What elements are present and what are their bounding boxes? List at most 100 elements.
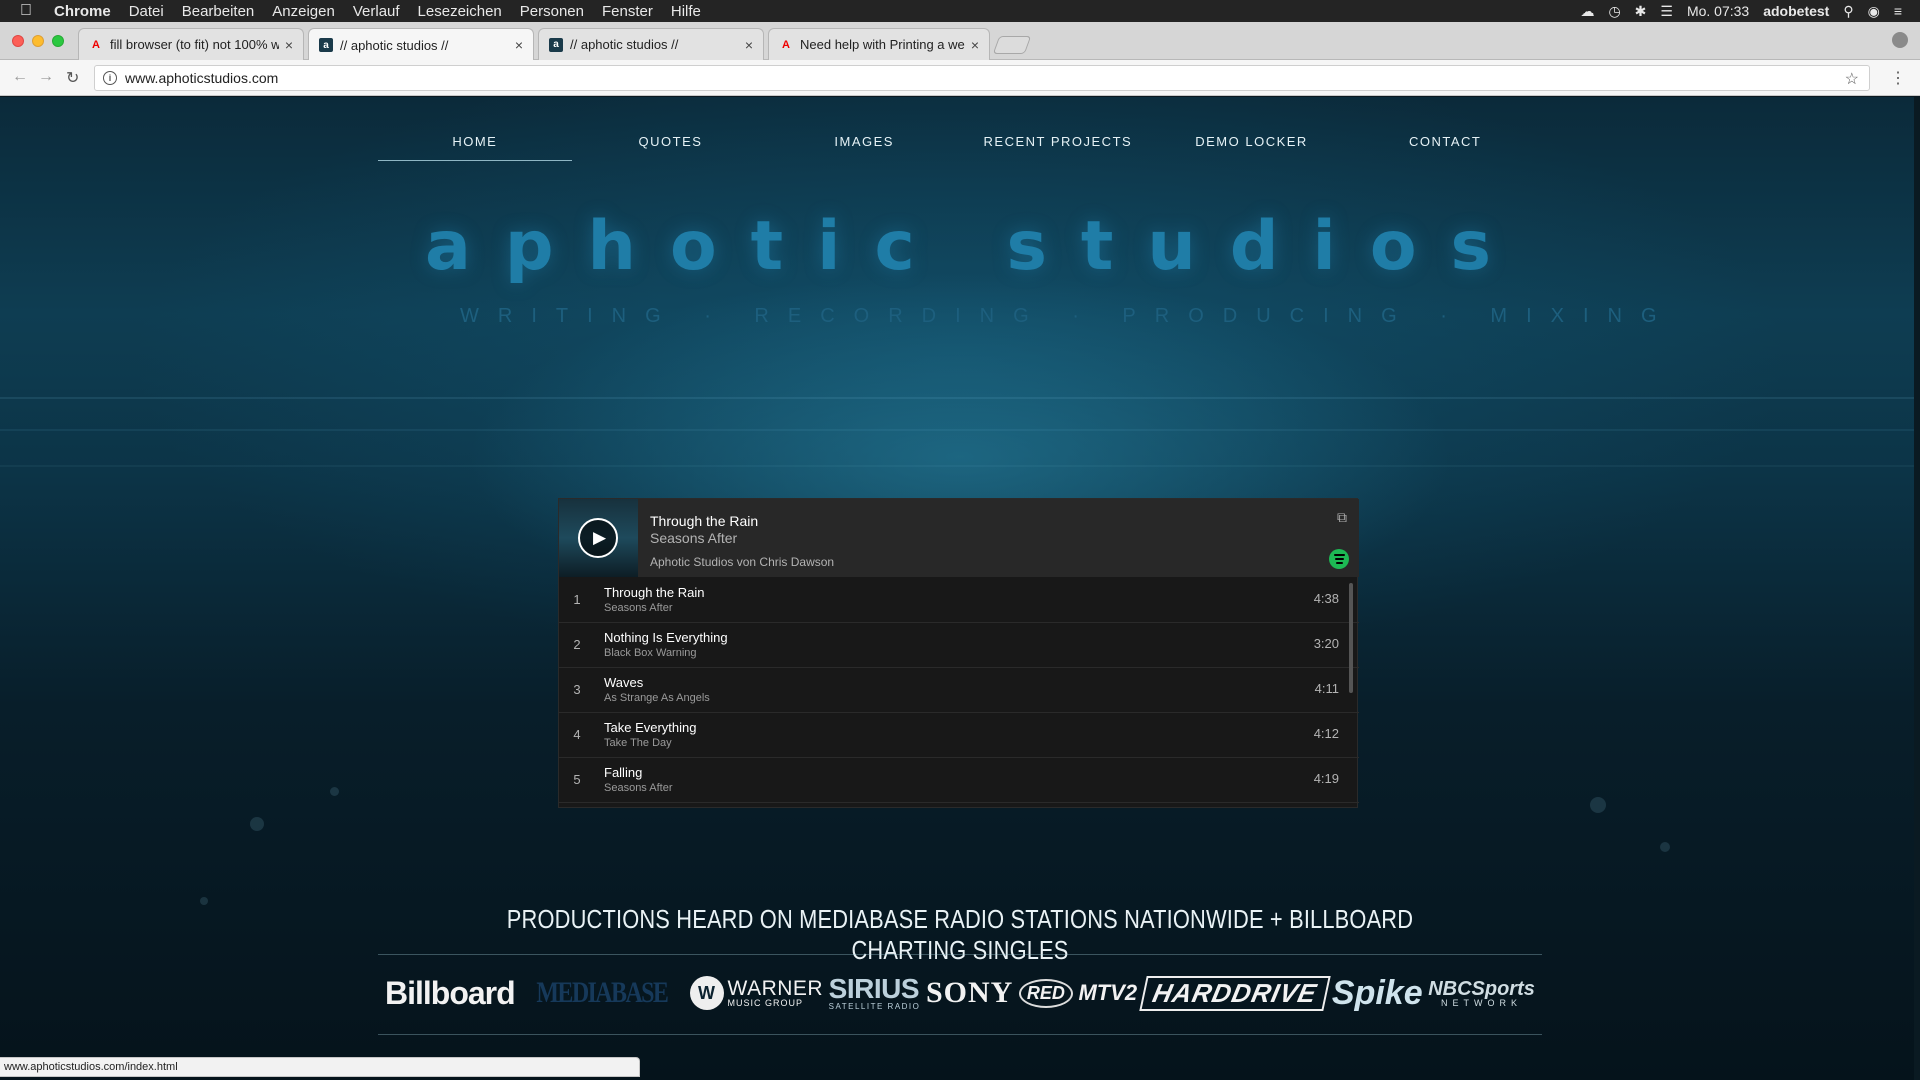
address-bar[interactable]: i www.aphoticstudios.com ☆ xyxy=(94,65,1870,91)
nav-images[interactable]: IMAGES xyxy=(767,127,961,161)
warner-line1: WARNER xyxy=(727,977,824,1000)
menu-hilfe[interactable]: Hilfe xyxy=(671,3,701,20)
album-cover: ▶ xyxy=(559,499,638,577)
now-playing-album[interactable]: Seasons After xyxy=(650,530,737,546)
nav-quotes[interactable]: QUOTES xyxy=(574,127,768,161)
address-url[interactable]: www.aphoticstudios.com xyxy=(125,70,278,86)
menu-app-name[interactable]: Chrome xyxy=(54,3,111,20)
new-tab-button[interactable] xyxy=(992,36,1032,54)
tab-title: // aphotic studios // xyxy=(340,37,449,53)
page-scrollbar[interactable] xyxy=(1914,97,1920,1080)
chrome-menu-icon[interactable]: ⋮ xyxy=(1890,68,1906,88)
play-icon[interactable]: ▶ xyxy=(578,518,618,558)
spotlight-search-icon[interactable]: ⚲ xyxy=(1843,3,1853,20)
nav-recent-projects[interactable]: RECENT PROJECTS xyxy=(961,127,1155,161)
menu-fenster[interactable]: Fenster xyxy=(602,3,653,20)
decor-bubble xyxy=(250,817,264,831)
now-playing-title[interactable]: Through the Rain xyxy=(650,513,758,529)
mtv2-logo: MTV2 xyxy=(1078,980,1138,1005)
share-icon[interactable]: ⧉ xyxy=(1337,509,1347,526)
menubar-clock[interactable]: Mo. 07:33 xyxy=(1687,3,1749,19)
forward-arrow-icon[interactable]: → xyxy=(38,68,54,86)
sirius-logo: SIRIUS SATELLITE RADIO xyxy=(829,975,921,1011)
notification-center-icon[interactable]: ≡ xyxy=(1894,3,1902,19)
heard-heading: PRODUCTIONS HEARD ON MEDIABASE RADIO STA… xyxy=(506,904,1414,965)
track-title: Falling xyxy=(604,765,643,780)
menu-anzeigen[interactable]: Anzeigen xyxy=(272,3,335,20)
tab-close-icon[interactable]: × xyxy=(515,37,523,53)
bookmark-star-icon[interactable]: ☆ xyxy=(1845,69,1859,89)
tab-aphotic[interactable]: a // aphotic studios // × xyxy=(538,28,764,60)
track-album: Seasons After xyxy=(604,602,673,614)
divider xyxy=(378,1034,1542,1035)
warner-text: WARNER MUSIC GROUP xyxy=(728,978,824,1008)
bluetooth-icon[interactable]: ✱ xyxy=(1635,3,1647,20)
nbc-line2: NETWORK xyxy=(1441,997,1523,1008)
site-tagline: WRITING · RECORDING · PRODUCING · MIXING xyxy=(460,305,1676,327)
tab-close-icon[interactable]: × xyxy=(971,37,979,53)
menubar-status-area: ☁ ◷ ✱ ☰ Mo. 07:33 adobetest ⚲ ◉ ≡ xyxy=(1580,0,1902,22)
browser-tabstrip: A fill browser (to fit) not 100% wi × a … xyxy=(0,22,1920,61)
mediabase-logo: MEDIABASE xyxy=(536,976,670,1009)
track-row[interactable]: 2 Nothing Is Everything Black Box Warnin… xyxy=(559,623,1359,668)
hardrive-logo: HARDDRIVE xyxy=(1139,975,1331,1011)
nav-contact[interactable]: CONTACT xyxy=(1348,127,1542,161)
aphotic-icon: a xyxy=(319,38,333,52)
spotify-icon[interactable] xyxy=(1329,549,1349,569)
nbc-line1: NBCSports xyxy=(1428,977,1535,1000)
track-duration: 4:12 xyxy=(1313,726,1339,741)
nav-home[interactable]: HOME xyxy=(378,127,572,161)
time-machine-icon[interactable]: ◷ xyxy=(1608,3,1620,20)
warner-mark-icon: W xyxy=(689,976,724,1010)
aphotic-icon: a xyxy=(549,37,563,52)
sirius-line2: SATELLITE RADIO xyxy=(828,1002,921,1011)
site-logo: aphotic studios xyxy=(424,207,1526,286)
tab-aphotic-active[interactable]: a // aphotic studios // × xyxy=(308,28,534,61)
profile-icon[interactable] xyxy=(1892,32,1908,48)
siri-icon[interactable]: ◉ xyxy=(1868,3,1880,20)
window-close-button[interactable] xyxy=(12,35,24,47)
tab-fill-browser[interactable]: A fill browser (to fit) not 100% wi × xyxy=(78,28,304,60)
reload-icon[interactable]: ↻ xyxy=(66,68,79,88)
track-title: Nothing Is Everything xyxy=(604,630,728,645)
track-row[interactable]: 5 Falling Seasons After 4:19 xyxy=(559,758,1359,803)
now-playing-artist[interactable]: Aphotic Studios von Chris Dawson xyxy=(650,555,834,569)
menu-datei[interactable]: Datei xyxy=(129,3,164,20)
tab-printing-help[interactable]: A Need help with Printing a webp × xyxy=(768,28,990,60)
track-album: As Strange As Angels xyxy=(604,692,710,704)
track-number: 4 xyxy=(573,727,581,742)
menu-verlauf[interactable]: Verlauf xyxy=(353,3,400,20)
track-duration: 3:20 xyxy=(1313,636,1339,651)
tracklist-scrollbar[interactable] xyxy=(1349,583,1353,693)
menu-personen[interactable]: Personen xyxy=(520,3,584,20)
brand-logos: Billboard MEDIABASE W WARNER MUSIC GROUP… xyxy=(385,963,1535,1023)
creative-cloud-icon[interactable]: ☁ xyxy=(1580,3,1594,20)
tab-title: Need help with Printing a webp xyxy=(800,37,965,52)
site-info-icon[interactable]: i xyxy=(103,71,117,85)
site-nav: HOME QUOTES IMAGES RECENT PROJECTS DEMO … xyxy=(378,127,1542,161)
nav-demo-locker[interactable]: DEMO LOCKER xyxy=(1155,127,1349,161)
track-duration: 4:11 xyxy=(1314,681,1339,696)
track-row[interactable]: 1 Through the Rain Seasons After 4:38 xyxy=(559,578,1359,623)
menubar-user[interactable]: adobetest xyxy=(1763,3,1829,19)
back-arrow-icon[interactable]: ← xyxy=(12,68,28,86)
track-row[interactable]: 3 Waves As Strange As Angels 4:11 xyxy=(559,668,1359,713)
apple-menu-icon[interactable]:  xyxy=(20,2,38,20)
tab-close-icon[interactable]: × xyxy=(745,37,753,53)
tab-title: // aphotic studios // xyxy=(570,37,679,52)
menu-lesezeichen[interactable]: Lesezeichen xyxy=(418,3,502,20)
track-number: 3 xyxy=(573,682,581,697)
warner-music-logo: W WARNER MUSIC GROUP xyxy=(689,976,824,1010)
menu-bearbeiten[interactable]: Bearbeiten xyxy=(182,3,255,20)
adobe-icon: A xyxy=(92,38,100,51)
window-minimize-button[interactable] xyxy=(32,35,44,47)
divider xyxy=(378,954,1542,955)
track-row[interactable]: 4 Take Everything Take The Day 4:12 xyxy=(559,713,1359,758)
window-zoom-button[interactable] xyxy=(52,35,64,47)
track-duration: 4:19 xyxy=(1313,771,1339,786)
tab-close-icon[interactable]: × xyxy=(285,37,293,53)
track-number: 2 xyxy=(573,637,581,652)
wifi-icon[interactable]: ☰ xyxy=(1660,3,1673,20)
web-page: HOME QUOTES IMAGES RECENT PROJECTS DEMO … xyxy=(0,97,1920,1080)
decor-wave xyxy=(0,397,1920,399)
